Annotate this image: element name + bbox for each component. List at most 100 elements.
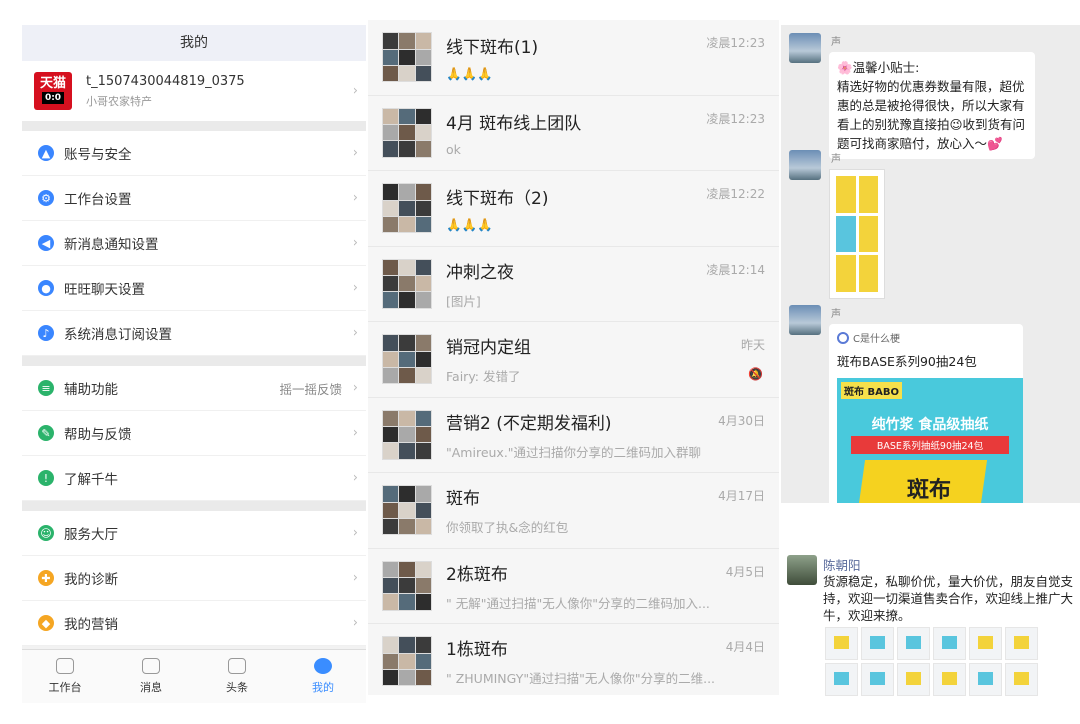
post-image[interactable] <box>969 627 1002 660</box>
group-avatar <box>382 560 432 611</box>
group-avatar <box>382 258 432 309</box>
chevron-right-icon: › <box>352 570 358 586</box>
tab-workbench[interactable]: 工作台 <box>22 650 108 703</box>
chat-row[interactable]: 线下斑布（2) 🙏🙏🙏 凌晨12:22 <box>368 171 779 247</box>
mute-bell-icon: 🔕 <box>748 366 763 381</box>
chat-row[interactable]: 斑布 你领取了执&念的红包 4月17日 <box>368 473 779 549</box>
chat-preview: [图片] <box>446 293 481 309</box>
chat-time: 4月30日 <box>718 413 765 428</box>
group-avatar <box>382 636 432 687</box>
chat-preview: ok <box>446 141 461 157</box>
chevron-right-icon: › <box>352 83 358 99</box>
settings-item[interactable]: ! 了解千牛 › <box>22 456 366 501</box>
tab-profile[interactable]: 我的 <box>280 650 366 703</box>
chat-bubble-icon: ● <box>38 280 54 296</box>
settings-item[interactable]: ● 旺旺聊天设置 › <box>22 266 366 311</box>
box-label: 斑布 <box>907 478 952 503</box>
marketing-icon: ◆ <box>38 615 54 631</box>
tab-label: 工作台 <box>48 681 82 694</box>
chat-time: 凌晨12:23 <box>706 111 765 126</box>
settings-item-label: 旺旺聊天设置 <box>64 282 145 298</box>
tab-label: 消息 <box>140 681 162 694</box>
settings-item[interactable]: ☺ 服务大厅 › <box>22 511 366 556</box>
settings-item[interactable]: ◆ 我的营销 › <box>22 601 366 646</box>
chevron-right-icon: › <box>352 470 358 486</box>
chat-row[interactable]: 4月 斑布线上团队 ok 凌晨12:23 <box>368 96 779 171</box>
post-image[interactable] <box>897 663 930 696</box>
tip-bubble: 🌸温馨小贴士: 精选好物的优惠券数量有限，超优惠的总是被抢得很快，所以大家有看上… <box>829 52 1035 159</box>
chat-time: 凌晨12:23 <box>706 36 765 50</box>
chat-time: 4月4日 <box>725 640 765 654</box>
profile-icon <box>314 658 332 674</box>
settings-item-label: 系统消息订阅设置 <box>64 327 172 343</box>
post-image[interactable] <box>825 663 858 696</box>
settings-item-label: 帮助与反馈 <box>64 427 132 443</box>
tab-message[interactable]: 消息 <box>108 650 194 703</box>
chat-preview: 🙏🙏🙏 <box>446 65 493 81</box>
chat-row[interactable]: 营销2 (不定期发福利) "Amireux."通过扫描你分享的二维码加入群聊 4月3… <box>368 398 779 473</box>
chevron-right-icon: › <box>352 615 358 631</box>
chat-row[interactable]: 线下斑布(1) 🙏🙏🙏 凌晨12:23 <box>368 20 779 96</box>
settings-item[interactable]: ✎ 帮助与反馈 › <box>22 411 366 456</box>
avatar[interactable] <box>789 33 821 63</box>
chat-row[interactable]: 销冠内定组 Fairy: 发错了 昨天 🔕 <box>368 322 779 398</box>
chat-row[interactable]: 冲刺之夜 [图片] 凌晨12:14 <box>368 247 779 322</box>
settings-item[interactable]: ✚ 我的诊断 › <box>22 556 366 601</box>
promo-ribbon: BASE系列抽纸90抽24包 <box>851 436 1009 454</box>
account-shop: 小哥农家特产 <box>86 94 152 108</box>
settings-item-label: 我的诊断 <box>64 572 118 588</box>
chat-preview: Fairy: 发错了 <box>446 369 521 385</box>
poster-name[interactable]: 陈朝阳 <box>823 555 861 574</box>
chat-preview: 🙏🙏🙏 <box>446 216 493 232</box>
tab-label: 我的 <box>312 681 334 694</box>
post-image[interactable] <box>897 627 930 660</box>
settings-item[interactable]: ⚙ 工作台设置 › <box>22 176 366 221</box>
post-image[interactable] <box>933 663 966 696</box>
message-icon <box>142 658 160 674</box>
post-image[interactable] <box>1005 663 1038 696</box>
post-image[interactable] <box>933 627 966 660</box>
account-id: t_1507430044819_0375 <box>86 73 245 89</box>
product-screenshot[interactable] <box>829 169 885 299</box>
avatar[interactable] <box>789 150 821 180</box>
settings-item-label: 账号与安全 <box>64 147 132 163</box>
chat-row[interactable]: 2栋斑布 " 无解"通过扫描"无人像你"分享的二维码加入... 4月5日 <box>368 549 779 624</box>
promo-image: 斑布 BABO 纯竹浆 食品级抽纸 BASE系列抽纸90抽24包 斑布 <box>837 378 1023 503</box>
post-image[interactable] <box>861 663 894 696</box>
chevron-right-icon: › <box>352 235 358 251</box>
chat-time: 凌晨12:22 <box>706 187 765 201</box>
card-title: 斑布BASE系列90抽24包 <box>837 354 977 369</box>
post-images <box>825 627 1038 696</box>
settings-item-label: 工作台设置 <box>64 192 132 208</box>
chat-row[interactable]: 1栋斑布 " ZHUMINGY"通过扫描"无人像你"分享的二维... 4月4日 <box>368 624 779 695</box>
post-image[interactable] <box>825 627 858 660</box>
chevron-right-icon: › <box>352 380 358 396</box>
post-image[interactable] <box>861 627 894 660</box>
post-image[interactable] <box>969 663 1002 696</box>
post-image[interactable] <box>1005 627 1038 660</box>
settings-group-3: ☺ 服务大厅 › ✚ 我的诊断 › ◆ 我的营销 › <box>22 511 366 646</box>
chevron-right-icon: › <box>352 525 358 541</box>
settings-item-label: 辅助功能 <box>64 382 118 398</box>
sender-name: 声 <box>831 309 841 320</box>
diagnosis-icon: ✚ <box>38 570 54 586</box>
service-icon: ☺ <box>38 525 54 541</box>
group-avatar <box>382 183 432 234</box>
account-row[interactable]: 天猫 0:0 t_1507430044819_0375 小哥农家特产 › <box>22 61 366 121</box>
settings-item[interactable]: ▲ 账号与安全 › <box>22 131 366 176</box>
settings-item[interactable]: ◀ 新消息通知设置 › <box>22 221 366 266</box>
tab-news[interactable]: 头条 <box>194 650 280 703</box>
pencil-icon: ✎ <box>38 425 54 441</box>
avatar[interactable] <box>789 305 821 335</box>
settings-item[interactable]: ♪ 系统消息订阅设置 › <box>22 311 366 356</box>
promo-headline: 纯竹浆 食品级抽纸 <box>871 417 989 433</box>
moment-post: 陈朝阳 货源稳定，私聊价优，量大价优，朋友自觉支持，欢迎一切渠道售卖合作，欢迎线… <box>781 545 1080 724</box>
product-card[interactable]: C是什么梗 斑布BASE系列90抽24包 斑布 BABO 纯竹浆 食品级抽纸 B… <box>829 324 1023 503</box>
avatar[interactable] <box>787 555 817 585</box>
info-icon: ! <box>38 470 54 486</box>
settings-group-2: ≡ 辅助功能 摇一摇反馈 › ✎ 帮助与反馈 ›! 了解千牛 › <box>22 366 366 501</box>
chat-title: 1栋斑布 <box>446 640 508 661</box>
speaker-icon: ◀ <box>38 235 54 251</box>
group-avatar <box>382 485 432 536</box>
settings-item[interactable]: ≡ 辅助功能 摇一摇反馈 › <box>22 366 366 411</box>
